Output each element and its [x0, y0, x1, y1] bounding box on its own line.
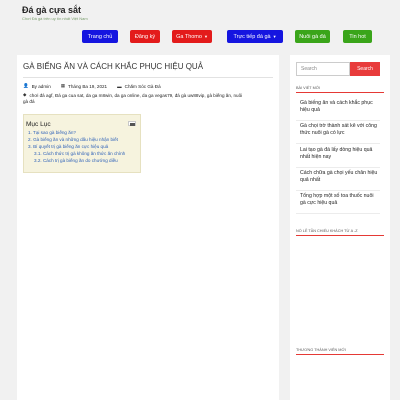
recent-posts-title: BÀI VIẾT MỚI	[296, 86, 321, 90]
search-placeholder: Search	[301, 66, 317, 72]
nav-item-label: Đăng ký	[134, 33, 156, 40]
toc-toggle-icon[interactable]	[128, 121, 136, 126]
chevron-down-icon: ▼	[203, 34, 208, 39]
recent-post-item[interactable]: Tổng hợp một số toa thuốc nuôi gà cực hi…	[296, 192, 380, 214]
nav-item-register[interactable]: Đăng ký	[130, 30, 160, 43]
user-icon: 👤	[23, 83, 29, 88]
search-button[interactable]: Search	[350, 62, 380, 76]
recent-post-item[interactable]: Lai tạo gà đá lấy dòng hiệu quả nhất hiệ…	[296, 146, 380, 168]
post-author[interactable]: By admin	[32, 84, 51, 89]
folder-icon: ▬	[117, 83, 122, 89]
toc-item[interactable]: 1. Tại sao gà biếng ăn?	[28, 130, 76, 135]
post-meta: 👤 By admin ▦ Tháng Ba 19, 2021 ▬ Chăm Só…	[23, 83, 161, 89]
tag-icon: ◆	[23, 92, 27, 97]
nav-item-live[interactable]: Trực tiếp đá gà ▼	[227, 30, 283, 43]
toc-item[interactable]: 2. Gà biếng ăn và những dấu hiệu nhận bi…	[28, 137, 118, 142]
post-tags-line2[interactable]: gà đá	[23, 99, 35, 104]
post-tags: ◆ chơi đá agf, Đá ga cua sat, da ga m8wi…	[23, 92, 242, 98]
toc-title: Mục Lục	[26, 121, 51, 128]
nav-item-label: Ga Thomo	[176, 33, 202, 40]
site-title[interactable]: Đá gà cựa sắt	[22, 5, 81, 15]
toc-subitem[interactable]: 3.1. Cách thức trị gà không ăn thức ăn c…	[34, 151, 125, 156]
post-date[interactable]: Tháng Ba 19, 2021	[68, 84, 107, 89]
recent-post-item[interactable]: Gà biếng ăn và cách khắc phục hiệu quả	[296, 99, 380, 121]
title-divider	[23, 77, 273, 78]
recent-post-item[interactable]: Gà chọi trờ thành sát kê với công thức n…	[296, 122, 380, 144]
post-title: GÀ BIẾNG ĂN VÀ CÁCH KHẮC PHỤC HIỆU QUẢ	[23, 62, 204, 71]
main-nav: Trang chủ Đăng ký Ga Thomo ▼ Trực tiếp đ…	[82, 30, 372, 43]
widget-title: THƯƠNG THÀNH VIÊN MỚI	[296, 348, 346, 352]
toc-subitem[interactable]: 3.2. Cách trị gà biếng ăn do chướng diều	[34, 158, 118, 163]
widget-divider	[296, 92, 384, 93]
nav-item-nuoi-ga[interactable]: Nuôi gà đá	[295, 30, 330, 43]
chevron-down-icon: ▼	[272, 34, 277, 39]
toc-item[interactable]: 3. Bí quyết trị gà biếng ăn cực hiệu quả	[28, 144, 108, 149]
post-tags-line1[interactable]: chơi đá agf, Đá ga cua sat, da ga m8win,…	[29, 93, 242, 98]
main-content: GÀ BIẾNG ĂN VÀ CÁCH KHẮC PHỤC HIỆU QUẢ 👤…	[17, 55, 279, 400]
nav-item-label: Trực tiếp đá gà	[233, 33, 271, 40]
calendar-icon: ▦	[60, 83, 66, 88]
nav-item-ga-thomo[interactable]: Ga Thomo ▼	[172, 30, 212, 43]
widget-divider	[296, 354, 384, 355]
widget-title: NỔ LỄ TẦN CHIẾU KHÁCH TỪ A -Z	[296, 229, 358, 233]
table-of-contents: Mục Lục 1. Tại sao gà biếng ăn? 2. Gà bi…	[23, 114, 141, 173]
post-category[interactable]: Chăm Sóc Gà Đá	[125, 84, 161, 89]
search-input[interactable]: Search	[296, 62, 350, 76]
widget-divider	[296, 235, 384, 236]
nav-item-home[interactable]: Trang chủ	[82, 30, 118, 43]
nav-item-tin-hot[interactable]: Tin hot	[343, 30, 372, 43]
nav-item-label: Nuôi gà đá	[299, 33, 326, 40]
recent-post-item[interactable]: Cách chữa gà chọi yếu chân hiệu quả nhất	[296, 169, 380, 191]
sidebar: Search Search BÀI VIẾT MỚI Gà biếng ăn v…	[290, 55, 390, 400]
post-tags-continued: gà đá	[23, 99, 35, 104]
site-description: Chơi Đá gà trên uy tín nhất Việt Nam	[22, 16, 88, 21]
nav-item-label: Trang chủ	[87, 33, 113, 40]
nav-item-label: Tin hot	[349, 33, 366, 40]
